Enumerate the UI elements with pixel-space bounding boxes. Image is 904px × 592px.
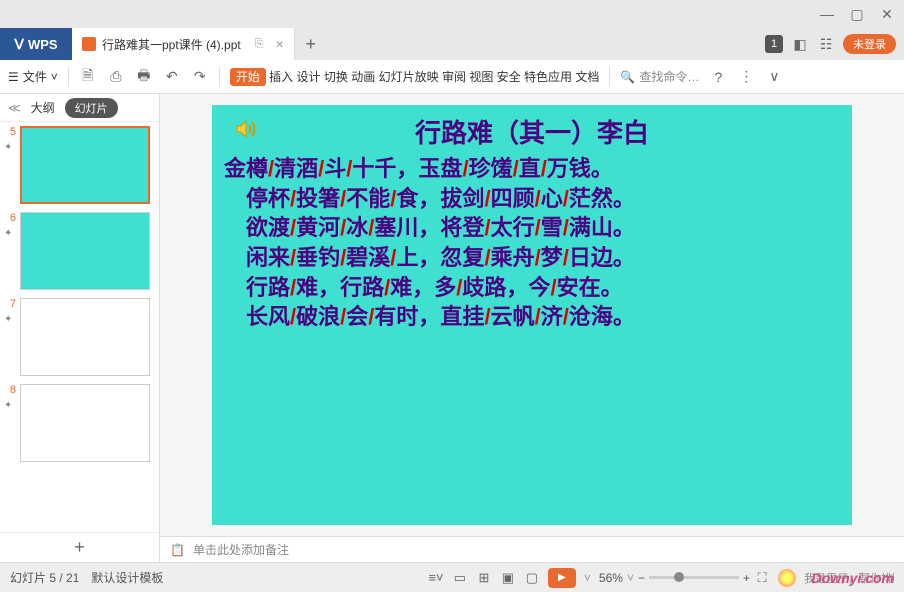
menu-特色应用[interactable]: 特色应用 (524, 70, 572, 84)
watermark: Downyi.com (812, 570, 894, 586)
poem-line: 闲来/垂钓/碧溪/上，忽复/乘舟/梦/日边。 (224, 243, 840, 273)
search-placeholder: 查找命令… (639, 68, 699, 85)
normal-view-icon[interactable]: ▭ (452, 570, 468, 586)
skin-icon[interactable]: ◧ (791, 36, 809, 53)
notification-badge[interactable]: 1 (765, 35, 783, 53)
menu-视图[interactable]: 视图 (469, 70, 493, 84)
window-minimize-button[interactable]: — (818, 6, 836, 22)
undo-icon[interactable]: ↶ (163, 68, 181, 85)
login-button[interactable]: 未登录 (843, 34, 896, 54)
menu-动画[interactable]: 动画 (351, 70, 375, 84)
thumb-number: 5 (4, 126, 16, 138)
notes-pane[interactable]: 📋 单击此处添加备注 (160, 536, 904, 562)
zoom-slider[interactable] (649, 576, 739, 579)
notes-icon: 📋 (170, 543, 185, 557)
slide-thumbnail[interactable] (20, 298, 150, 376)
transition-star-icon: ✦ (4, 142, 16, 153)
slide-counter: 幻灯片 5 / 21 (10, 569, 79, 586)
new-tab-button[interactable]: + (295, 28, 327, 60)
slideshow-view-icon[interactable]: ▢ (524, 570, 540, 586)
window-close-button[interactable]: ✕ (878, 6, 896, 23)
slide-canvas[interactable]: 行路难（其一）李白 金樽/清酒/斗/十千，玉盘/珍馐/直/万钱。 停杯/投箸/不… (160, 94, 904, 536)
save-icon[interactable]: 🗎 (79, 65, 97, 89)
zoom-out-button[interactable]: − (638, 571, 645, 585)
wps-label: WPS (28, 37, 58, 52)
menu-开始[interactable]: 开始 (230, 68, 266, 86)
transition-star-icon: ✦ (4, 400, 16, 411)
poem-line: 停杯/投箸/不能/食，拔剑/四顾/心/茫然。 (224, 184, 840, 214)
menu-设计[interactable]: 设计 (297, 70, 321, 84)
poem-line: 长风/破浪/会/有时，直挂/云帆/济/沧海。 (224, 302, 840, 332)
add-slide-button[interactable]: + (0, 532, 159, 562)
zoom-percent[interactable]: 56% (599, 571, 623, 585)
thumbnail-list[interactable]: 5 ✦ 6 ✦ 7 ✦ 8 ✦ (0, 122, 159, 532)
thumb-number: 7 (4, 298, 16, 310)
menu-文档[interactable]: 文档 (575, 70, 599, 84)
tab-close-icon[interactable]: × (276, 36, 284, 52)
document-tab-title: 行路难其一ppt课件 (4).ppt (102, 36, 241, 53)
command-search[interactable]: 🔍 查找命令… (620, 68, 699, 85)
wps-home-tab[interactable]: ᐯWPS (0, 28, 72, 60)
window-maximize-button[interactable]: ▢ (848, 6, 866, 23)
reading-view-icon[interactable]: ▣ (500, 570, 516, 586)
template-name: 默认设计模板 (91, 569, 163, 586)
poem-line: 行路/难，行路/难，多/歧路，今/安在。 (224, 273, 840, 303)
menu-审阅[interactable]: 审阅 (442, 70, 466, 84)
slide-title: 行路难（其一）李白 (224, 113, 840, 150)
print-icon[interactable]: 🖶 (135, 65, 153, 89)
poem-line: 金樽/清酒/斗/十千，玉盘/珍馐/直/万钱。 (224, 154, 840, 184)
menu-插入[interactable]: 插入 (269, 70, 293, 84)
slide-body: 金樽/清酒/斗/十千，玉盘/珍馐/直/万钱。 停杯/投箸/不能/食，拔剑/四顾/… (224, 154, 840, 332)
slide-thumbnail[interactable] (20, 126, 150, 204)
zoom-in-button[interactable]: + (743, 571, 750, 585)
sorter-view-icon[interactable]: ⊞ (476, 570, 492, 586)
fit-view-icon[interactable]: ⛶ (754, 570, 770, 586)
audio-icon[interactable] (234, 117, 258, 141)
tab-popout-icon[interactable]: ⎘ (255, 38, 264, 51)
hamburger-menu-button[interactable]: ☰ 文件 ˅ (8, 68, 58, 85)
play-button[interactable]: ▶ (548, 568, 576, 588)
help-button[interactable]: ? (709, 69, 727, 85)
thumb-number: 8 (4, 384, 16, 396)
transition-star-icon: ✦ (4, 228, 16, 239)
notes-placeholder: 单击此处添加备注 (193, 541, 289, 558)
more-button[interactable]: ⋮ (737, 68, 755, 85)
slides-sidebar: ≪ 大纲 幻灯片 5 ✦ 6 ✦ 7 ✦ 8 ✦ + (0, 94, 160, 562)
slides-tab[interactable]: 幻灯片 (65, 98, 118, 118)
file-menu-label: 文件 (23, 68, 47, 85)
menu-切换[interactable]: 切换 (324, 70, 348, 84)
current-slide[interactable]: 行路难（其一）李白 金樽/清酒/斗/十千，玉盘/珍馐/直/万钱。 停杯/投箸/不… (212, 105, 852, 525)
poem-line: 欲渡/黄河/冰/塞川，将登/太行/雪/满山。 (224, 213, 840, 243)
print-preview-icon[interactable]: ⎙ (107, 68, 125, 85)
slide-thumbnail[interactable] (20, 384, 150, 462)
slide-thumbnail[interactable] (20, 212, 150, 290)
presentation-file-icon (82, 37, 96, 51)
assistant-avatar-icon[interactable] (778, 569, 796, 587)
redo-icon[interactable]: ↷ (191, 68, 209, 85)
menu-幻灯片放映[interactable]: 幻灯片放映 (379, 70, 439, 84)
collapse-ribbon-button[interactable]: ∨ (765, 68, 783, 85)
sidebar-collapse-button[interactable]: ≪ (8, 101, 21, 115)
menu-安全[interactable]: 安全 (497, 70, 521, 84)
notes-toggle-icon[interactable]: ≡˅ (428, 570, 444, 585)
thumb-number: 6 (4, 212, 16, 224)
menu-icon[interactable]: ☷ (817, 36, 835, 53)
document-tab[interactable]: 行路难其一ppt课件 (4).ppt ⎘ × (72, 28, 295, 60)
transition-star-icon: ✦ (4, 314, 16, 325)
outline-tab[interactable]: 大纲 (31, 99, 55, 116)
